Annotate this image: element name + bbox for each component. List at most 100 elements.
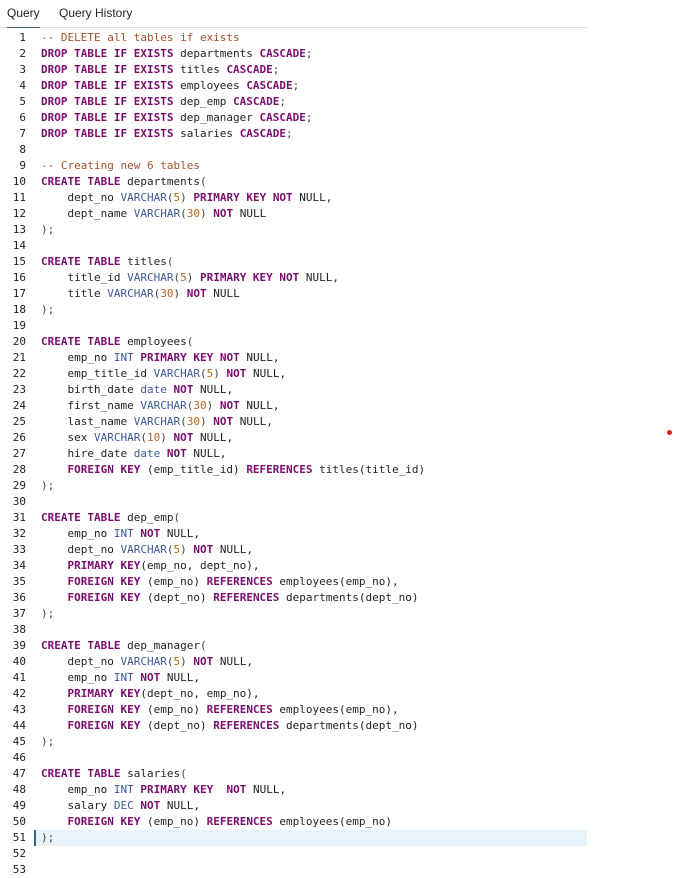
code-line[interactable]: CREATE TABLE employees( [41, 334, 193, 350]
code-token: date [133, 447, 161, 460]
tab-query-history[interactable]: Query History [59, 0, 132, 27]
code-line[interactable]: dept_no VARCHAR(5) PRIMARY KEY NOT NULL, [41, 190, 332, 206]
code-token: NULL, [233, 415, 273, 428]
line-number: 29 [12, 479, 26, 492]
code-token: (emp_no) [140, 815, 207, 828]
code-token: ( [180, 415, 187, 428]
code-token: NOT [226, 367, 247, 380]
code-line[interactable]: salary DEC NOT NULL, [41, 798, 200, 814]
line-number: 11 [12, 191, 26, 204]
code-token: FOREIGN KEY [41, 719, 141, 732]
code-token: NULL, [299, 271, 340, 284]
line-number: 3 [19, 63, 26, 76]
code-token: ( [199, 175, 207, 188]
code-token: VARCHAR [133, 207, 181, 220]
line-number: 45 [12, 735, 26, 748]
code-line[interactable]: emp_no INT PRIMARY KEY NOT NULL, [41, 350, 279, 366]
code-token: (emp_no) [140, 575, 207, 588]
sql-editor[interactable]: 1 2 3 4 5 6 7 8 9 10 11 12 13 14 15 16 17 18 19 20 21 22 23 24 2… [0, 28, 587, 877]
code-token: 5 [180, 271, 187, 284]
code-line[interactable]: emp_title_id VARCHAR(5) NOT NULL, [41, 366, 286, 382]
line-number: 31 [12, 511, 26, 524]
code-line[interactable]: PRIMARY KEY(dept_no, emp_no), [41, 686, 259, 702]
code-line[interactable]: dept_name VARCHAR(30) NOT NULL [41, 206, 266, 222]
code-line[interactable]: FOREIGN KEY (emp_no) REFERENCES employee… [41, 702, 398, 718]
code-line[interactable]: DROP TABLE IF EXISTS dep_emp CASCADE; [41, 94, 286, 110]
code-line[interactable]: CREATE TABLE titles( [41, 254, 173, 270]
code-line[interactable]: FOREIGN KEY (dept_no) REFERENCES departm… [41, 590, 418, 606]
line-number: 46 [12, 751, 26, 764]
line-number: 2 [19, 47, 26, 60]
code-line[interactable]: FOREIGN KEY (emp_title_id) REFERENCES ti… [41, 462, 425, 478]
code-token: ; [286, 127, 293, 140]
query-tab-bar: Query Query History [0, 0, 587, 29]
line-number: 19 [12, 319, 26, 332]
code-token: (emp_no) [140, 703, 207, 716]
code-line[interactable]: first_name VARCHAR(30) NOT NULL, [41, 398, 279, 414]
code-token: REFERENCES [213, 591, 280, 604]
code-line[interactable]: CREATE TABLE dep_manager( [41, 638, 207, 654]
line-number: 24 [12, 399, 26, 412]
code-line[interactable]: ); [41, 302, 54, 318]
code-token: NULL, [239, 399, 280, 412]
code-line[interactable]: dept_no VARCHAR(5) NOT NULL, [41, 542, 252, 558]
code-line[interactable]: ); [41, 478, 54, 494]
code-line[interactable]: DROP TABLE IF EXISTS titles CASCADE; [41, 62, 279, 78]
code-token: ) [180, 655, 194, 668]
code-line[interactable]: title_id VARCHAR(5) PRIMARY KEY NOT NULL… [41, 270, 339, 286]
code-line[interactable]: FOREIGN KEY (dept_no) REFERENCES departm… [41, 718, 419, 734]
code-line[interactable]: emp_no INT PRIMARY KEY NOT NULL, [41, 782, 286, 798]
code-token: ) [213, 367, 227, 380]
code-line[interactable]: ); [41, 734, 54, 750]
code-line[interactable]: DROP TABLE IF EXISTS employees CASCADE; [41, 78, 299, 94]
code-token: NOT [213, 207, 234, 220]
code-token: ; [279, 95, 287, 108]
code-token: dept_no [41, 655, 121, 668]
line-number: 23 [12, 383, 26, 396]
code-line[interactable]: DROP TABLE IF EXISTS departments CASCADE… [41, 46, 313, 62]
code-line[interactable]: CREATE TABLE departments( [41, 174, 207, 190]
code-token: DROP TABLE IF EXISTS [41, 127, 174, 140]
code-token: NOT [173, 431, 194, 444]
code-line[interactable]: emp_no INT NOT NULL, [41, 526, 200, 542]
code-line[interactable]: -- DELETE all tables if exists [41, 30, 240, 46]
code-line[interactable]: FOREIGN KEY (emp_no) REFERENCES employee… [41, 814, 392, 830]
code-line[interactable]: dept_no VARCHAR(5) NOT NULL, [41, 654, 252, 670]
code-line[interactable]: ); [41, 830, 54, 846]
code-line[interactable]: hire_date date NOT NULL, [41, 446, 226, 462]
code-line[interactable]: title VARCHAR(30) NOT NULL [41, 286, 240, 302]
code-line[interactable]: ); [41, 606, 54, 622]
code-line[interactable]: CREATE TABLE salaries( [41, 766, 187, 782]
code-line[interactable]: DROP TABLE IF EXISTS dep_manager CASCADE… [41, 110, 313, 126]
code-token: DROP TABLE IF EXISTS [41, 95, 174, 108]
line-number: 7 [19, 127, 26, 140]
code-line[interactable]: sex VARCHAR(10) NOT NULL, [41, 430, 233, 446]
line-number: 51 [12, 831, 26, 844]
code-line[interactable]: FOREIGN KEY (emp_no) REFERENCES employee… [41, 574, 398, 590]
code-token: NULL, [193, 383, 234, 396]
code-line[interactable]: emp_no INT NOT NULL, [41, 670, 200, 686]
code-token: NULL [233, 207, 267, 220]
line-number: 49 [12, 799, 26, 812]
code-line[interactable]: -- Creating new 6 tables [41, 158, 200, 174]
tab-query[interactable]: Query [7, 0, 40, 29]
code-token: VARCHAR [120, 191, 167, 204]
code-line[interactable]: ); [41, 222, 54, 238]
code-line[interactable]: PRIMARY KEY(emp_no, dept_no), [41, 558, 259, 574]
status-dot [667, 430, 672, 435]
code-line[interactable]: CREATE TABLE dep_emp( [41, 510, 180, 526]
line-number: 44 [12, 719, 26, 732]
code-token: NOT [186, 287, 207, 300]
code-token: departments(dept_no) [279, 719, 419, 732]
line-number: 1 [19, 31, 26, 44]
code-token: NULL [206, 287, 240, 300]
code-token: ) [199, 415, 214, 428]
code-token: (emp_title_id) [140, 463, 247, 476]
code-line[interactable]: birth_date date NOT NULL, [41, 382, 233, 398]
code-line[interactable]: last_name VARCHAR(30) NOT NULL, [41, 414, 273, 430]
line-number: 6 [19, 111, 26, 124]
code-token: 30 [186, 207, 200, 220]
line-number: 52 [12, 847, 26, 860]
code-line[interactable]: DROP TABLE IF EXISTS salaries CASCADE; [41, 126, 293, 142]
line-number: 27 [12, 447, 26, 460]
